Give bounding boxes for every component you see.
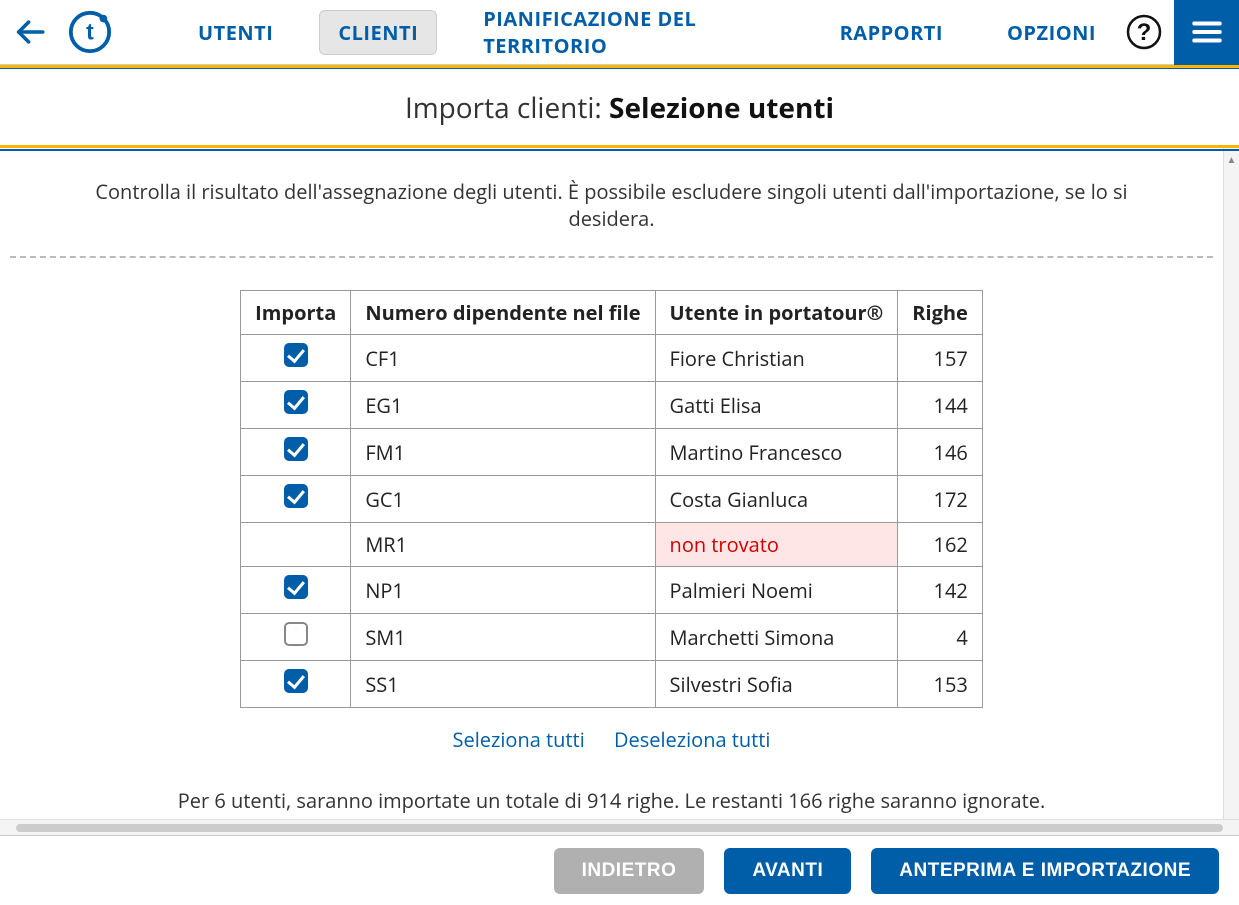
table-row: GC1Costa Gianluca172 (241, 476, 983, 523)
page-title: Selezione utenti (609, 89, 834, 127)
cell-import-checkbox (241, 429, 351, 476)
cell-rows-count: 172 (898, 476, 983, 523)
import-checkbox[interactable] (284, 390, 308, 414)
cell-emp-no: SS1 (351, 661, 655, 708)
nav-item-utenti[interactable]: UTENTI (180, 11, 291, 54)
cell-emp-no: CF1 (351, 335, 655, 382)
table-row: EG1Gatti Elisa144 (241, 382, 983, 429)
hamburger-menu-button[interactable] (1174, 0, 1239, 65)
arrow-left-icon (13, 15, 47, 49)
app-logo[interactable]: t (60, 9, 120, 55)
cell-user: Marchetti Simona (655, 614, 898, 661)
cell-rows-count: 144 (898, 382, 983, 429)
import-checkbox[interactable] (284, 669, 308, 693)
bottom-button-bar: INDIETRO AVANTI ANTEPRIMA E IMPORTAZIONE (0, 835, 1239, 905)
logo-icon: t (67, 9, 113, 55)
cell-import-checkbox (241, 614, 351, 661)
import-checkbox[interactable] (284, 484, 308, 508)
table-row: NP1Palmieri Noemi142 (241, 567, 983, 614)
import-summary: Per 6 utenti, saranno importate un total… (10, 787, 1213, 814)
deselect-all-link[interactable]: Deseleziona tutti (614, 726, 771, 753)
next-button[interactable]: AVANTI (724, 848, 851, 894)
table-row: SM1Marchetti Simona4 (241, 614, 983, 661)
content-wrap: Controlla il risultato dell'assegnazione… (0, 148, 1239, 819)
svg-text:t: t (86, 19, 94, 45)
instruction-text: Controlla il risultato dell'assegnazione… (10, 178, 1213, 232)
horizontal-scrollbar[interactable] (0, 819, 1239, 835)
cell-user: Palmieri Noemi (655, 567, 898, 614)
table-row: MR1non trovato162 (241, 523, 983, 567)
top-nav: t UTENTI CLIENTI PIANIFICAZIONE DEL TERR… (0, 0, 1239, 65)
col-header-import: Importa (241, 291, 351, 335)
hamburger-icon (1190, 15, 1224, 49)
nav-item-opzioni[interactable]: OPZIONI (989, 11, 1114, 54)
cell-rows-count: 162 (898, 523, 983, 567)
cell-emp-no: EG1 (351, 382, 655, 429)
page-title-band: Importa clienti: Selezione utenti (0, 68, 1239, 148)
nav-links: UTENTI CLIENTI PIANIFICAZIONE DEL TERRIT… (180, 0, 1114, 67)
main-content: Controlla il risultato dell'assegnazione… (0, 148, 1223, 819)
cell-user: Costa Gianluca (655, 476, 898, 523)
import-checkbox[interactable] (284, 437, 308, 461)
col-header-emp-no: Numero dipendente nel file (351, 291, 655, 335)
cell-user: Silvestri Sofia (655, 661, 898, 708)
cell-emp-no: NP1 (351, 567, 655, 614)
table-row: SS1Silvestri Sofia153 (241, 661, 983, 708)
cell-rows-count: 142 (898, 567, 983, 614)
cell-rows-count: 4 (898, 614, 983, 661)
table-row: FM1Martino Francesco146 (241, 429, 983, 476)
select-all-link[interactable]: Seleziona tutti (453, 726, 585, 753)
back-button[interactable]: INDIETRO (554, 848, 705, 894)
cell-import-checkbox (241, 567, 351, 614)
cell-user: non trovato (655, 523, 898, 567)
cell-rows-count: 153 (898, 661, 983, 708)
preview-import-button[interactable]: ANTEPRIMA E IMPORTAZIONE (871, 848, 1219, 894)
col-header-rows: Righe (898, 291, 983, 335)
dashed-divider (10, 256, 1213, 258)
cell-import-checkbox (241, 661, 351, 708)
back-arrow-button[interactable] (0, 15, 60, 49)
cell-emp-no: MR1 (351, 523, 655, 567)
nav-item-rapporti[interactable]: RAPPORTI (822, 11, 961, 54)
cell-user: Gatti Elisa (655, 382, 898, 429)
cell-emp-no: FM1 (351, 429, 655, 476)
help-button[interactable]: ? (1114, 14, 1174, 50)
cell-import-checkbox (241, 476, 351, 523)
import-checkbox[interactable] (284, 343, 308, 367)
scroll-thumb[interactable] (16, 824, 1223, 832)
user-import-table: Importa Numero dipendente nel file Utent… (240, 290, 983, 708)
table-row: CF1Fiore Christian157 (241, 335, 983, 382)
cell-user: Martino Francesco (655, 429, 898, 476)
select-links: Seleziona tutti Deseleziona tutti (10, 726, 1213, 753)
scroll-up-icon[interactable]: ▲ (1227, 152, 1237, 166)
cell-emp-no: GC1 (351, 476, 655, 523)
svg-text:?: ? (1137, 19, 1152, 46)
nav-item-pianificazione[interactable]: PIANIFICAZIONE DEL TERRITORIO (465, 0, 793, 67)
cell-import-checkbox (241, 523, 351, 567)
nav-item-clienti[interactable]: CLIENTI (319, 10, 437, 55)
help-icon: ? (1126, 14, 1162, 50)
cell-rows-count: 157 (898, 335, 983, 382)
import-checkbox[interactable] (284, 575, 308, 599)
cell-emp-no: SM1 (351, 614, 655, 661)
col-header-user: Utente in portatour® (655, 291, 898, 335)
cell-rows-count: 146 (898, 429, 983, 476)
page-title-prefix: Importa clienti: (405, 89, 609, 127)
cell-import-checkbox (241, 382, 351, 429)
import-checkbox[interactable] (284, 622, 308, 646)
vertical-scrollbar[interactable]: ▲ (1223, 148, 1239, 819)
cell-user: Fiore Christian (655, 335, 898, 382)
table-header-row: Importa Numero dipendente nel file Utent… (241, 291, 983, 335)
cell-import-checkbox (241, 335, 351, 382)
